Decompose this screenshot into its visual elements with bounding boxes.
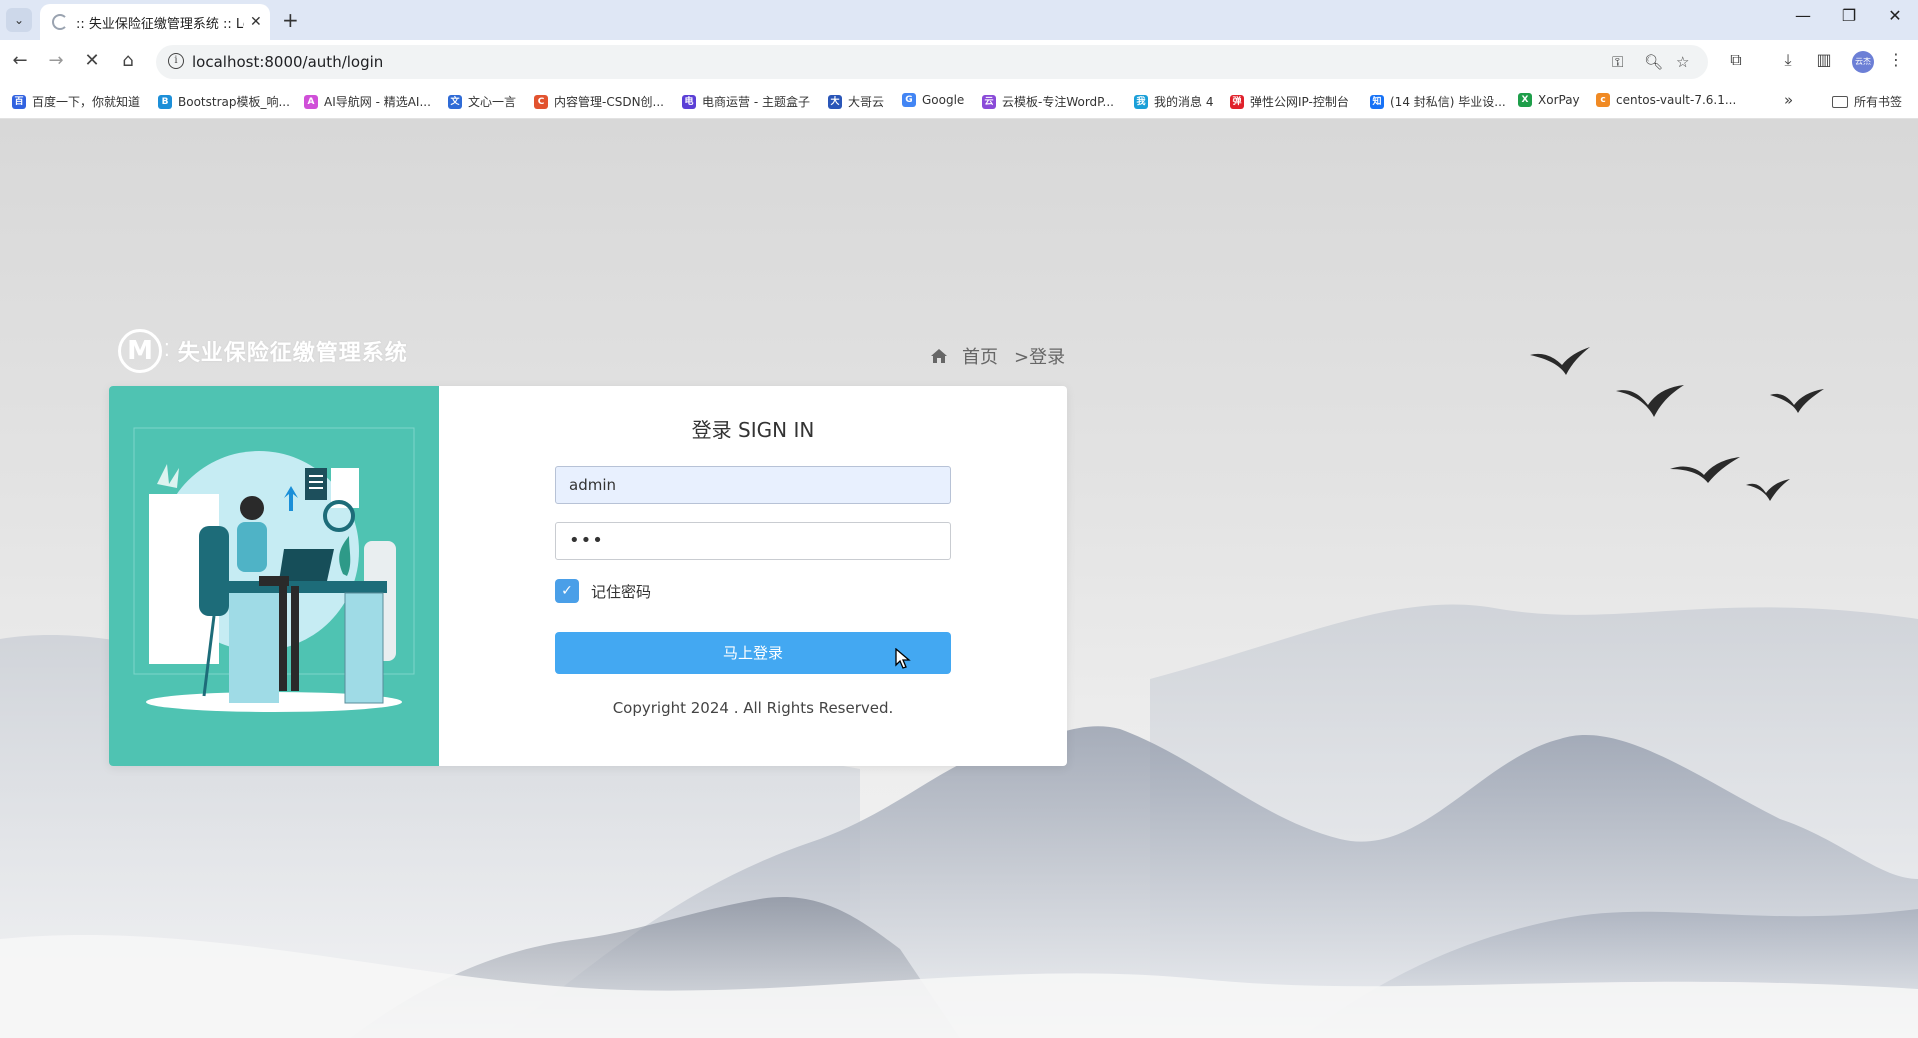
bookmark-item[interactable]: X XorPay [1518, 93, 1580, 107]
login-title: 登录 SIGN IN [691, 418, 815, 442]
google-icon: G [902, 93, 916, 107]
minimize-button[interactable]: — [1780, 6, 1826, 25]
address-bar[interactable]: i localhost:8000/auth/login ⚿ 🔍︎ ☆ [156, 45, 1708, 79]
bookmark-item[interactable]: B Bootstrap模板_响... [158, 93, 290, 110]
side-panel-icon[interactable]: ▥ [1812, 50, 1836, 69]
bootstrap-icon: B [158, 94, 172, 109]
active-tab[interactable]: :: 失业保险征缴管理系统 :: Log ✕ [40, 4, 270, 40]
menu-kebab-icon[interactable]: ⋮ [1884, 50, 1908, 69]
csdn-icon: C [534, 94, 548, 109]
back-button[interactable]: ← [8, 50, 32, 71]
login-page: M ⁚ 失业保险征缴管理系统 首页 >登录 登录 SIGN IN admin •… [0, 119, 1918, 1038]
birds-decoration [1530, 347, 1824, 501]
zhihu-icon: 知 [1370, 94, 1384, 109]
profile-avatar[interactable]: 云杰 [1852, 51, 1874, 73]
site-info-icon[interactable]: i [168, 53, 184, 69]
breadcrumb-home-link[interactable]: 首页 [962, 343, 998, 369]
theme-box-icon: 电 [682, 94, 696, 109]
wenxin-icon: 文 [448, 94, 462, 109]
bookmark-item[interactable]: C 内容管理-CSDN创... [534, 93, 664, 110]
bookmark-item[interactable]: 弹弹性公网IP-控制台 [1230, 93, 1349, 110]
url-text[interactable]: localhost:8000/auth/login [192, 53, 383, 71]
remember-label: 记住密码 [591, 582, 652, 601]
restore-button[interactable]: ❐ [1826, 6, 1872, 25]
browser-toolbar: ← → ✕ ⌂ i localhost:8000/auth/login ⚿ 🔍︎… [0, 40, 1918, 84]
loading-spinner-icon [52, 14, 68, 30]
password-input[interactable]: ••• [555, 522, 951, 560]
illustration-panel [109, 386, 439, 766]
bookmark-item[interactable]: 大大哥云 [828, 93, 884, 110]
home-icon [931, 349, 947, 363]
bookmark-item[interactable]: 文文心一言 [448, 93, 516, 110]
new-tab-button[interactable]: + [282, 8, 299, 32]
remember-checkbox[interactable]: ✓ [555, 579, 579, 603]
close-window-button[interactable]: ✕ [1872, 6, 1918, 25]
close-tab-icon[interactable]: ✕ [250, 14, 262, 30]
centos-icon: c [1596, 93, 1610, 107]
cloud-template-icon: 云 [982, 94, 996, 109]
more-bookmarks-icon[interactable]: » [1784, 91, 1793, 109]
mouse-cursor-icon [895, 648, 911, 669]
extensions-icon[interactable]: ⧉ [1724, 50, 1748, 70]
bookmark-item[interactable]: 百百度一下，你就知道 [12, 93, 140, 110]
bookmark-item[interactable]: G Google [902, 93, 964, 107]
username-input[interactable]: admin [555, 466, 951, 504]
brand-logo-dots: ⁚ [164, 340, 170, 361]
xorpay-icon: X [1518, 93, 1532, 107]
forward-button[interactable]: → [44, 50, 68, 71]
bookmark-item[interactable]: 知 (14 封私信) 毕业设... [1370, 93, 1506, 110]
downloads-icon[interactable]: ⤓ [1776, 50, 1800, 70]
login-card: 登录 SIGN IN admin ••• ✓ 记住密码 马上登录 Copyrig… [109, 386, 1067, 766]
dage-cloud-icon: 大 [828, 94, 842, 109]
breadcrumb: 首页 >登录 [930, 343, 1065, 369]
bookmark-item[interactable]: c centos-vault-7.6.1... [1596, 93, 1736, 107]
tab-strip: ⌄ :: 失业保险征缴管理系统 :: Log ✕ + — ❐ ✕ [0, 0, 1918, 40]
baidu-icon: 百 [12, 94, 26, 109]
remember-password[interactable]: ✓ 记住密码 [555, 579, 651, 603]
ai-nav-icon: A [304, 94, 318, 109]
brand: M ⁚ 失业保险征缴管理系统 [118, 329, 408, 373]
bookmark-item[interactable]: 云云模板-专注WordP... [982, 93, 1114, 110]
bookmark-item[interactable]: 我我的消息 4 [1134, 93, 1213, 110]
bilibili-icon: 我 [1134, 94, 1148, 109]
stop-loading-button[interactable]: ✕ [80, 50, 104, 71]
home-button[interactable]: ⌂ [116, 50, 140, 71]
password-key-icon[interactable]: ⚿ [1612, 53, 1623, 71]
bookmark-star-icon[interactable]: ☆ [1676, 53, 1689, 71]
bookmark-item[interactable]: A AI导航网 - 精选AI... [304, 93, 431, 110]
brand-logo-icon: M [118, 329, 162, 373]
tab-search-button[interactable]: ⌄ [6, 8, 32, 32]
tab-title: :: 失业保险征缴管理系统 :: Log [76, 16, 244, 32]
copyright-text: Copyright 2024 . All Rights Reserved. [612, 699, 894, 717]
office-worker-illustration [133, 427, 415, 712]
bookmarks-bar: 百百度一下，你就知道 B Bootstrap模板_响... A AI导航网 - 精选… [0, 84, 1918, 119]
huawei-icon: 弹 [1230, 94, 1244, 109]
login-form: 登录 SIGN IN admin ••• ✓ 记住密码 马上登录 Copyrig… [439, 386, 1067, 766]
all-bookmarks-button[interactable]: 所有书签 [1832, 93, 1902, 110]
folder-icon [1832, 95, 1848, 108]
brand-name: 失业保险征缴管理系统 [177, 341, 408, 366]
login-button[interactable]: 马上登录 [555, 632, 951, 674]
chevron-down-icon: ⌄ [13, 13, 25, 27]
bookmark-item[interactable]: 电电商运营 - 主题盒子 [682, 93, 810, 110]
breadcrumb-current: >登录 [1014, 347, 1066, 368]
zoom-icon[interactable]: 🔍︎ [1644, 53, 1663, 71]
